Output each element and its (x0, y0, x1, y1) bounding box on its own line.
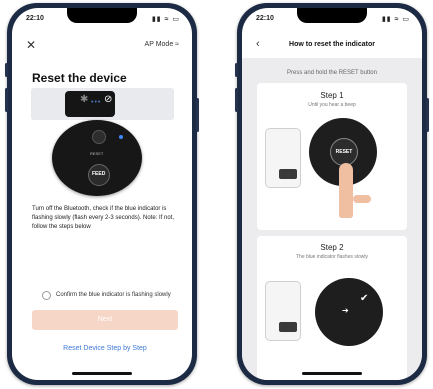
reset-button-illustration: RESET (330, 138, 358, 166)
dots-icon: ••• (91, 99, 102, 106)
instructions-text: Turn off the Bluetooth, check if the blu… (32, 206, 175, 230)
ap-mode-button[interactable]: AP Mode ≈ (145, 41, 179, 48)
home-indicator (72, 372, 132, 375)
reset-device-screen: 22:10 ▮▮ ≈ ▭ ✕ AP Mode ≈ Reset the devic… (12, 8, 192, 380)
phone-frame-right: 22:10 ▮▮ ≈ ▭ ‹ How to reset the indicato… (235, 3, 429, 385)
feeder-bowl (279, 169, 297, 179)
reset-step-by-step-link[interactable]: Reset Device Step by Step (32, 345, 178, 352)
zoom-circle (315, 278, 383, 346)
page-title: How to reset the indicator (289, 41, 375, 48)
finger-knuckle (353, 195, 371, 203)
step-2-title: Step 2 (320, 243, 344, 252)
bluetooth-off-icon: ⊘ (104, 94, 113, 105)
step-1-description: Until you hear a beep (308, 102, 356, 108)
feeder-illustration (265, 128, 301, 188)
step-1-title: Step 1 (320, 91, 344, 100)
close-icon[interactable]: ✕ (26, 38, 36, 52)
reset-label: RESET (90, 151, 104, 156)
page-title: Reset the device (32, 71, 127, 85)
feeder-bowl (279, 322, 297, 332)
reset-indicator-screen: 22:10 ▮▮ ≈ ▭ ‹ How to reset the indicato… (242, 8, 422, 380)
confirm-checkbox-row[interactable]: Confirm the blue indicator is flashing s… (42, 291, 192, 301)
confirm-label: Confirm the blue indicator is flashing s… (56, 292, 171, 298)
finger-illustration (339, 163, 353, 218)
phone-frame-left: 22:10 ▮▮ ≈ ▭ ✕ AP Mode ≈ Reset the devic… (5, 3, 199, 385)
arrow-icon: ➔ (342, 306, 349, 315)
check-icon: ✔ (360, 293, 369, 304)
top-bar: ✕ AP Mode ≈ (12, 38, 192, 56)
power-button (196, 98, 199, 132)
feeder-illustration (265, 281, 301, 341)
step-1-card: Step 1 Until you hear a beep RESET (257, 83, 407, 230)
volume-button (235, 88, 238, 112)
step-2-card: Step 2 The blue indicator flashes slowly… (257, 236, 407, 380)
home-indicator (302, 372, 362, 375)
status-icons: ▮▮ ≈ ▭ (381, 16, 410, 23)
side-button (5, 63, 8, 77)
next-button[interactable]: Next (32, 310, 178, 330)
header-bar: ‹ How to reset the indicator (242, 38, 422, 56)
side-button (235, 63, 238, 77)
status-time: 22:10 (256, 15, 274, 22)
step-2-description: The blue indicator flashes slowly (296, 254, 368, 260)
blue-indicator (119, 135, 123, 139)
feed-label: FEED (92, 171, 106, 177)
status-bar: 22:10 ▮▮ ≈ ▭ (12, 15, 192, 27)
volume-button (5, 88, 8, 112)
status-time: 22:10 (26, 15, 44, 22)
instruction-subtitle: Press and hold the RESET button (287, 70, 377, 76)
bluetooth-icon: ✱ (80, 94, 89, 105)
mic-button-illustration (92, 130, 106, 144)
power-button (426, 98, 429, 132)
confirm-radio[interactable] (42, 291, 51, 300)
status-icons: ▮▮ ≈ ▭ (151, 16, 180, 23)
status-bar: 22:10 ▮▮ ≈ ▭ (242, 15, 422, 27)
